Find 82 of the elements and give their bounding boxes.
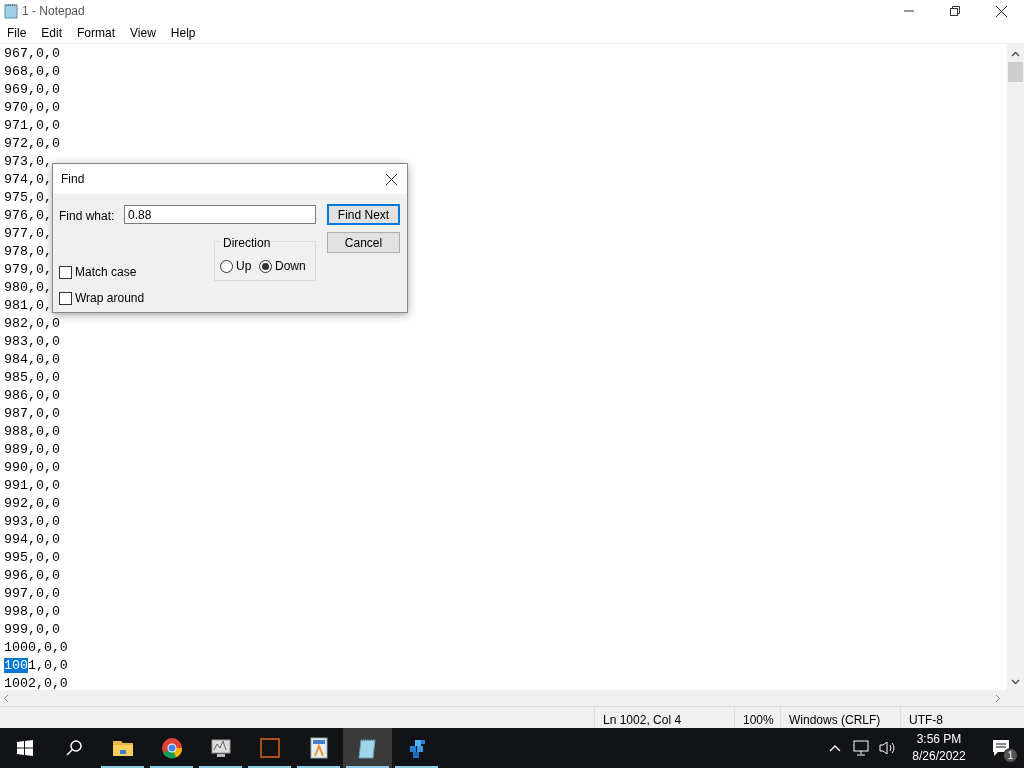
scroll-right-icon: [995, 693, 1001, 703]
vertical-scrollbar[interactable]: [1007, 44, 1024, 690]
text-line: 997,0,0: [4, 585, 60, 603]
close-icon: [995, 5, 1007, 17]
windows-icon: [16, 740, 33, 756]
chrome-icon: [160, 737, 183, 759]
text-line: 992,0,0: [4, 495, 60, 513]
text-line: 982,0,0: [4, 315, 60, 333]
text-line: 974,0,: [4, 171, 52, 189]
text-line: 978,0,: [4, 243, 52, 261]
text-line: 980,0,: [4, 279, 52, 297]
text-line: 983,0,0: [4, 333, 60, 351]
field-label: Find what:: [59, 208, 115, 225]
taskbar-app-button[interactable]: [343, 728, 392, 768]
text-line: 973,0,: [4, 153, 52, 171]
close-icon: [385, 173, 397, 185]
text-line: 991,0,0: [4, 477, 60, 495]
text-line: 979,0,: [4, 261, 52, 279]
radio-button[interactable]: [259, 259, 272, 273]
notifications-button[interactable]: 1: [978, 728, 1024, 768]
notification-badge: 1: [1003, 748, 1018, 763]
text-line: 990,0,0: [4, 459, 60, 477]
network-icon: [853, 740, 869, 756]
text-line: 995,0,0: [4, 549, 60, 567]
text-line: 976,0,: [4, 207, 52, 225]
dialog-title: Find: [61, 171, 85, 188]
menu-item[interactable]: Help: [163, 23, 204, 42]
search-icon: [65, 740, 82, 756]
text-line: 989,0,0: [4, 441, 60, 459]
window-title: 1 - Notepad: [22, 3, 85, 20]
menu-item[interactable]: Format: [70, 23, 124, 42]
radio-button[interactable]: [220, 259, 233, 273]
text-line: 994,0,0: [4, 531, 60, 549]
text-line: 1001,0,0: [4, 657, 68, 675]
notepad-icon: [356, 737, 379, 759]
menu-item[interactable]: File: [0, 23, 35, 42]
text-line: 975,0,: [4, 189, 52, 207]
clock-time: 3:56 PM: [916, 731, 962, 748]
find-field[interactable]: 0.88: [124, 205, 316, 224]
radio-option[interactable]: Up: [220, 257, 252, 275]
caret-up-icon: [829, 743, 841, 753]
scroll-down-icon: [1011, 679, 1020, 685]
radio-option[interactable]: Down: [259, 257, 306, 275]
text-line: 977,0,: [4, 225, 52, 243]
find-next-button[interactable]: Find Next: [327, 204, 400, 225]
square-icon: [258, 737, 281, 759]
speaker-icon: [878, 740, 896, 756]
menu-item[interactable]: View: [123, 23, 164, 42]
monitor-icon: [209, 737, 232, 759]
text-line: 1002,0,0: [4, 675, 68, 693]
text-line: 993,0,0: [4, 513, 60, 531]
text-line: 967,0,0: [4, 45, 60, 63]
scroll-up-icon: [1011, 51, 1020, 57]
text-line: 968,0,0: [4, 63, 60, 81]
notepad-icon: [4, 3, 18, 19]
text-line: 969,0,0: [4, 81, 60, 99]
text-line: 970,0,0: [4, 99, 60, 117]
text-line: 984,0,0: [4, 351, 60, 369]
text-line: 981,0,: [4, 297, 52, 315]
text-line: 985,0,0: [4, 369, 60, 387]
text-line: 988,0,0: [4, 423, 60, 441]
document-icon: [307, 737, 330, 759]
clock-date: 8/26/2022: [912, 748, 966, 765]
checkbox-option[interactable]: Wrap around: [59, 289, 145, 307]
text-line: 996,0,0: [4, 567, 60, 585]
text-line: 972,0,0: [4, 135, 60, 153]
checkbox[interactable]: [59, 265, 72, 279]
scrollbar-thumb[interactable]: [1008, 62, 1023, 82]
text-line: 998,0,0: [4, 603, 60, 621]
cancel-button[interactable]: Cancel: [327, 232, 400, 253]
text-line: 986,0,0: [4, 387, 60, 405]
text-line: 1000,0,0: [4, 639, 68, 657]
checkbox-option[interactable]: Match case: [59, 263, 137, 281]
scroll-left-icon: [3, 693, 9, 703]
text-line: 987,0,0: [4, 405, 60, 423]
checkbox[interactable]: [59, 291, 72, 305]
selected-text: 100: [4, 658, 28, 673]
menu-item[interactable]: Edit: [34, 23, 71, 42]
horizontal-scrollbar[interactable]: [0, 690, 1024, 706]
restore-icon: [950, 6, 960, 16]
text-line: 999,0,0: [4, 621, 60, 639]
text-line: 971,0,0: [4, 117, 60, 135]
